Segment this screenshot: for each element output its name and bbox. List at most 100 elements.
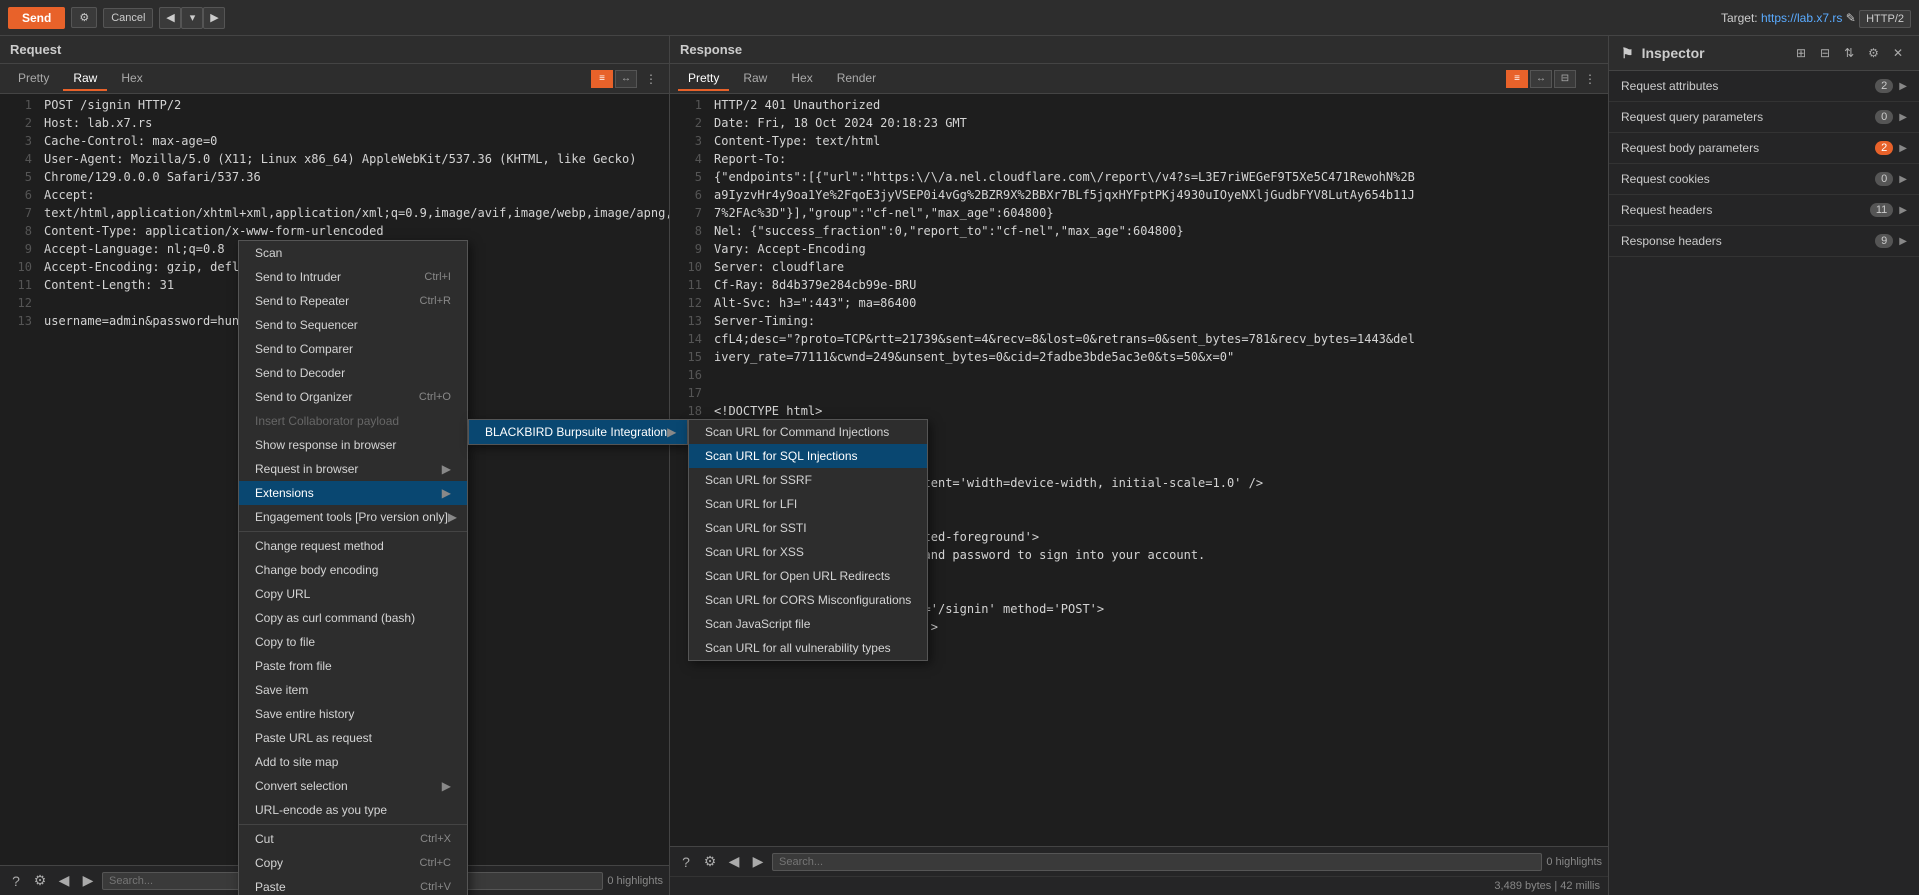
request-panel-header: Request [0,36,669,64]
tab-response-pretty[interactable]: Pretty [678,67,729,91]
ctx-item-20[interactable]: Paste URL as request [239,726,467,750]
ctx-item-10[interactable]: Extensions▶ [239,481,467,505]
nav-dropdown-button[interactable]: ▾ [181,7,203,29]
ctx-item-3[interactable]: Send to Sequencer [239,313,467,337]
ctx-item-8[interactable]: Show response in browser [239,433,467,457]
ctx-item-18[interactable]: Save item [239,678,467,702]
bb-item-1[interactable]: Scan URL for SQL Injections [689,444,927,468]
response-view-nowrap[interactable]: ↔ [1530,70,1552,88]
ctx-item-14[interactable]: Copy URL [239,582,467,606]
bb-item-5[interactable]: Scan URL for XSS [689,540,927,564]
response-nav-prev-icon[interactable]: ◀ [724,852,744,872]
response-nav-next-icon[interactable]: ▶ [748,852,768,872]
ctx-item-24[interactable]: CutCtrl+X [239,827,467,851]
ctx-item-19[interactable]: Save entire history [239,702,467,726]
ctx-item-5[interactable]: Send to Decoder [239,361,467,385]
ctx-item-4[interactable]: Send to Comparer [239,337,467,361]
ctx-item-26[interactable]: PasteCtrl+V [239,875,467,895]
bb-item-3[interactable]: Scan URL for LFI [689,492,927,516]
response-line: 11Cf-Ray: 8d4b379e284cb99e-BRU [670,278,1608,296]
request-highlight-count: 0 highlights [607,875,663,887]
view-btn-wrap[interactable]: ≡ [591,70,613,88]
inspector-row-2[interactable]: Request body parameters 2 ▶ [1609,133,1919,164]
ctx-item-12[interactable]: Change request method [239,534,467,558]
response-line: 5{"endpoints":[{"url":"https:\/\/a.nel.c… [670,170,1608,188]
request-line: 7text/html,application/xhtml+xml,applica… [0,206,669,224]
tab-response-raw[interactable]: Raw [733,67,777,91]
inspector-row-3[interactable]: Request cookies 0 ▶ [1609,164,1919,195]
ctx-item-11[interactable]: Engagement tools [Pro version only]▶ [239,505,467,529]
inspector-row-4[interactable]: Request headers 11 ▶ [1609,195,1919,226]
ctx-item-21[interactable]: Add to site map [239,750,467,774]
bb-item-7[interactable]: Scan URL for CORS Misconfigurations [689,588,927,612]
request-nav-prev-icon[interactable]: ◀ [54,871,74,891]
inspector-row-1[interactable]: Request query parameters 0 ▶ [1609,102,1919,133]
bb-item-4[interactable]: Scan URL for SSTI [689,516,927,540]
tab-request-pretty[interactable]: Pretty [8,67,59,91]
inspector-filter-icon[interactable]: ⇅ [1840,44,1858,62]
inspector-icon2[interactable]: ⊟ [1816,44,1834,62]
ctx-item-7: Insert Collaborator payload [239,409,467,433]
ctx-item-15[interactable]: Copy as curl command (bash) [239,606,467,630]
ctx-item-label: Extensions [255,486,314,500]
ctx-item-17[interactable]: Paste from file [239,654,467,678]
ctx-separator [239,824,467,825]
ctx-item-25[interactable]: CopyCtrl+C [239,851,467,875]
view-btn-nowrap[interactable]: ↔ [615,70,637,88]
inspector-row-0[interactable]: Request attributes 2 ▶ [1609,71,1919,102]
ctx-item-label: Send to Comparer [255,342,353,356]
inspector-close-icon[interactable]: ✕ [1889,44,1907,62]
ctx-item-label: Request in browser [255,462,358,476]
ctx-item-23[interactable]: URL-encode as you type [239,798,467,822]
response-tabs: Pretty Raw Hex Render ≡ ↔ ⊟ ⋮ [670,64,1608,94]
ctx-item-13[interactable]: Change body encoding [239,558,467,582]
response-line: 8Nel: {"success_fraction":0,"report_to":… [670,224,1608,242]
response-line: 2Date: Fri, 18 Oct 2024 20:18:23 GMT [670,116,1608,134]
inspector-settings-icon[interactable]: ⚙ [1864,44,1883,62]
ctx-item-label: Paste from file [255,659,332,673]
response-line: 15ivery_rate=77111&cwnd=249&unsent_bytes… [670,350,1608,368]
request-settings-icon[interactable]: ⚙ [30,871,50,891]
bb-item-9[interactable]: Scan URL for all vulnerability types [689,636,927,660]
request-menu-button[interactable]: ⋮ [641,70,661,88]
bb-item-label: Scan JavaScript file [705,617,810,631]
ctx-item-16[interactable]: Copy to file [239,630,467,654]
ctx-item-1[interactable]: Send to IntruderCtrl+I [239,265,467,289]
target-url[interactable]: https://lab.x7.rs [1761,11,1842,25]
inspector-row-chevron: ▶ [1899,174,1907,185]
ctx-item-22[interactable]: Convert selection▶ [239,774,467,798]
request-search-help-icon[interactable]: ? [6,871,26,891]
cancel-button[interactable]: Cancel [103,8,153,28]
ext-item-0[interactable]: BLACKBIRD Burpsuite Integration▶ [469,420,687,444]
ctx-item-2[interactable]: Send to RepeaterCtrl+R [239,289,467,313]
response-view-split[interactable]: ⊟ [1554,70,1576,88]
ctx-item-label: Show response in browser [255,438,396,452]
ctx-item-label: Send to Decoder [255,366,345,380]
nav-forward-button[interactable]: ▶ [203,7,225,29]
tab-request-raw[interactable]: Raw [63,67,107,91]
response-view-wrap[interactable]: ≡ [1506,70,1528,88]
response-search-input[interactable] [772,853,1542,871]
ctx-item-0[interactable]: Scan [239,241,467,265]
tab-request-hex[interactable]: Hex [111,67,152,91]
inspector-row-right: 11 ▶ [1870,203,1907,217]
nav-back-button[interactable]: ◀ [159,7,181,29]
bb-item-8[interactable]: Scan JavaScript file [689,612,927,636]
bb-item-0[interactable]: Scan URL for Command Injections [689,420,927,444]
response-menu-button[interactable]: ⋮ [1580,70,1600,88]
response-line: 4Report-To: [670,152,1608,170]
tab-response-hex[interactable]: Hex [781,67,822,91]
settings-button[interactable]: ⚙ [71,7,97,28]
ctx-item-9[interactable]: Request in browser▶ [239,457,467,481]
bb-item-2[interactable]: Scan URL for SSRF [689,468,927,492]
ctx-item-label: Send to Sequencer [255,318,358,332]
request-nav-next-icon[interactable]: ▶ [78,871,98,891]
tab-response-render[interactable]: Render [827,67,886,91]
bb-item-6[interactable]: Scan URL for Open URL Redirects [689,564,927,588]
send-button[interactable]: Send [8,7,65,29]
inspector-icon1[interactable]: ⊞ [1792,44,1810,62]
inspector-row-5[interactable]: Response headers 9 ▶ [1609,226,1919,257]
response-settings-icon[interactable]: ⚙ [700,852,720,872]
ctx-item-6[interactable]: Send to OrganizerCtrl+O [239,385,467,409]
response-search-help-icon[interactable]: ? [676,852,696,872]
